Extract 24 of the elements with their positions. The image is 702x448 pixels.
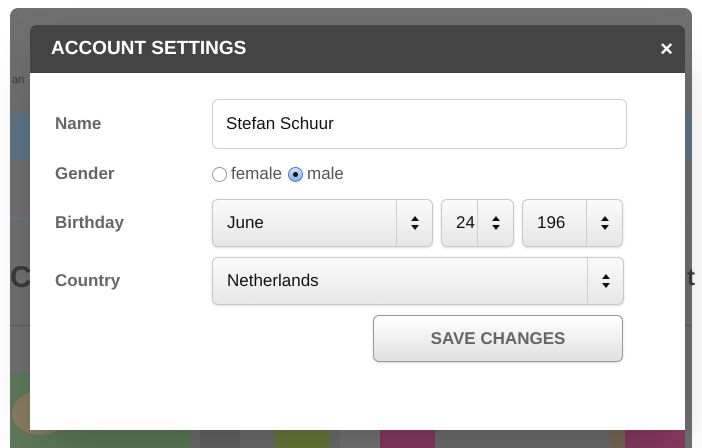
field-label: Birthday	[55, 212, 125, 234]
select-arrows-icon	[492, 216, 500, 230]
save-changes-button[interactable]: SAVE CHANGES	[373, 315, 623, 362]
select-field[interactable]: Netherlands	[212, 257, 624, 305]
radio-label: male	[307, 163, 344, 186]
name-input[interactable]: Stefan Schuur	[212, 99, 627, 149]
select-value: Netherlands	[226, 270, 320, 292]
select-field[interactable]: 196	[522, 199, 623, 247]
field-label: Gender	[55, 163, 116, 186]
field-label: Name	[55, 113, 102, 136]
select-value: 196	[536, 212, 566, 234]
select-value: 24	[455, 212, 476, 234]
radio-button[interactable]	[288, 166, 304, 182]
dialog-title: ACCOUNT SETTINGS	[51, 36, 246, 61]
field-label: Country	[55, 270, 122, 292]
select-arrows-icon	[602, 274, 610, 288]
radio-button[interactable]	[212, 166, 227, 182]
select-value: June	[226, 212, 265, 234]
select-arrows-icon	[600, 216, 608, 230]
radio-label: female	[231, 163, 282, 186]
close-button[interactable]: ×	[660, 38, 673, 60]
select-field[interactable]: 24	[441, 199, 514, 247]
select-arrows-icon	[410, 216, 418, 230]
select-field[interactable]: June	[212, 199, 433, 247]
